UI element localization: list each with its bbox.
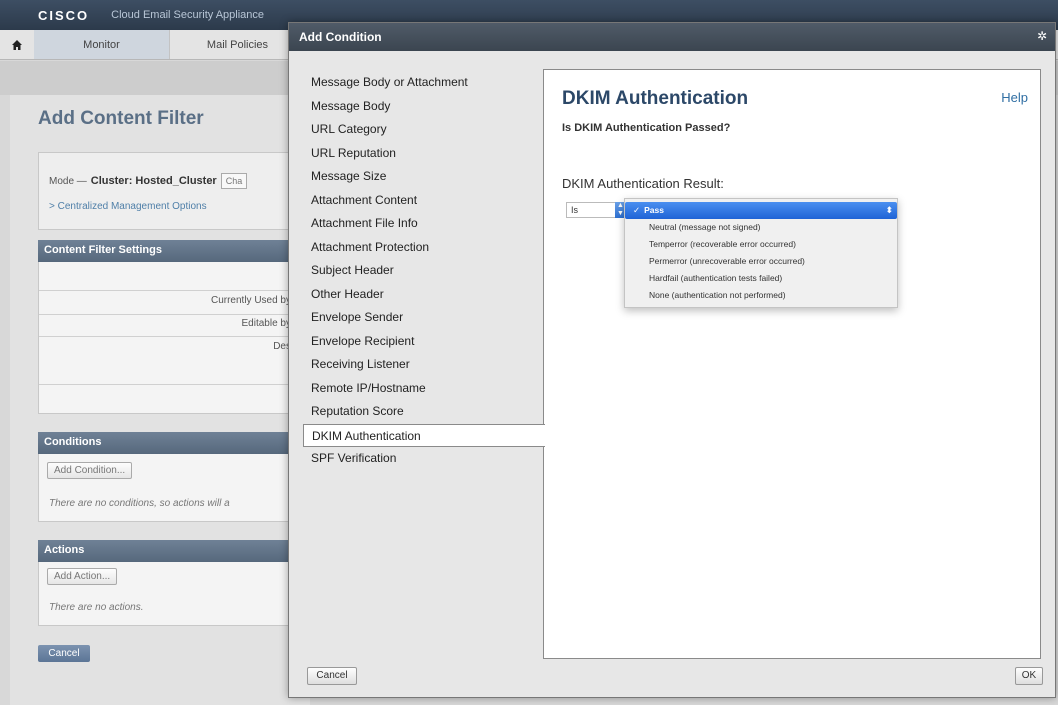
dropdown-option[interactable]: Permerror (unrecoverable error occurred) (625, 253, 897, 270)
actions-body: Add Action... There are no actions. (38, 562, 300, 626)
add-condition-dialog: Add Condition ✲ Message Body or Attachme… (288, 22, 1056, 698)
condition-detail-panel: DKIM Authentication Help Is DKIM Authent… (543, 69, 1041, 659)
condition-item[interactable]: Attachment Content (303, 189, 543, 213)
select-arrows-icon: ⬍ (885, 205, 893, 215)
condition-list: Message Body or Attachment Message Body UR… (303, 71, 545, 471)
condition-item[interactable]: Message Body or Attachment (303, 71, 543, 95)
description-label: Des (273, 341, 291, 352)
operator-value: Is (571, 205, 579, 215)
condition-item[interactable]: Attachment Protection (303, 236, 543, 260)
checkmark-icon: ✓ (633, 205, 641, 215)
conditions-body: Add Condition... There are no conditions… (38, 454, 300, 522)
gear-icon[interactable]: ✲ (1037, 29, 1047, 43)
add-condition-button[interactable]: Add Condition... (47, 462, 133, 479)
conditions-empty-text: There are no conditions, so actions will… (49, 498, 230, 509)
dialog-cancel-button[interactable]: Cancel (307, 667, 357, 685)
home-button[interactable] (0, 30, 34, 59)
dropdown-option[interactable]: Neutral (message not signed) (625, 219, 897, 236)
condition-item[interactable]: Other Header (303, 283, 543, 307)
change-mode-button[interactable]: Cha (220, 173, 248, 189)
content-filter-settings-header: Content Filter Settings (38, 240, 300, 262)
tab-mail-policies[interactable]: Mail Policies (170, 30, 306, 59)
currently-used-by-label: Currently Used by (210, 295, 291, 306)
dropdown-option[interactable]: None (authentication not performed) (625, 287, 897, 304)
conditions-header: Conditions (38, 432, 300, 454)
add-action-button[interactable]: Add Action... (47, 568, 118, 585)
condition-item[interactable]: Message Body (303, 95, 543, 119)
editable-by-label: Editable by (241, 318, 291, 329)
page-title: Add Content Filter (38, 108, 204, 129)
condition-item[interactable]: DKIM Authentication (303, 423, 545, 447)
condition-item[interactable]: Message Size (303, 165, 543, 189)
centralized-management-link[interactable]: > Centralized Management Options (49, 201, 289, 212)
detail-subtitle: Is DKIM Authentication Passed? (562, 122, 731, 134)
cisco-logo: CISCO (38, 7, 90, 23)
condition-item[interactable]: SPF Verification (303, 447, 543, 471)
condition-item[interactable]: Envelope Sender (303, 306, 543, 330)
actions-header: Actions (38, 540, 300, 562)
condition-item[interactable]: Attachment File Info (303, 212, 543, 236)
content-filter-settings-body: Currently Used by Editable by Des (38, 262, 300, 414)
tab-monitor[interactable]: Monitor (34, 30, 170, 59)
operator-select[interactable]: Is ▲ ▼ (566, 202, 626, 218)
condition-item[interactable]: Receiving Listener (303, 353, 543, 377)
help-link[interactable]: Help (1001, 90, 1028, 105)
dialog-titlebar: Add Condition ✲ (289, 23, 1055, 51)
result-label: DKIM Authentication Result: (562, 176, 724, 191)
result-dropdown-menu: ✓ Pass ⬍ Neutral (message not signed) Tem… (624, 198, 898, 308)
home-icon (12, 39, 22, 50)
mode-panel: Mode — Cluster: Hosted_Cluster Cha > Cen… (38, 152, 300, 230)
condition-item[interactable]: Remote IP/Hostname (303, 377, 543, 401)
mode-label: Mode — (49, 175, 87, 187)
dropdown-option[interactable]: Temperror (recoverable error occurred) (625, 236, 897, 253)
product-name: Cloud Email Security Appliance (111, 9, 265, 21)
mode-value: Cluster: Hosted_Cluster (90, 175, 217, 187)
page-cancel-button[interactable]: Cancel (38, 645, 90, 662)
detail-title: DKIM Authentication (562, 88, 749, 109)
actions-empty-text: There are no actions. (49, 602, 144, 613)
condition-item[interactable]: Envelope Recipient (303, 330, 543, 354)
selected-option-label: Pass (644, 205, 664, 215)
condition-item[interactable]: URL Reputation (303, 142, 543, 166)
condition-item[interactable]: Reputation Score (303, 400, 543, 424)
dropdown-option[interactable]: Hardfail (authentication tests failed) (625, 270, 897, 287)
condition-item[interactable]: Subject Header (303, 259, 543, 283)
dropdown-option-selected[interactable]: ✓ Pass ⬍ (625, 202, 897, 219)
dialog-ok-button[interactable]: OK (1015, 667, 1043, 685)
condition-item[interactable]: URL Category (303, 118, 543, 142)
dialog-title: Add Condition (299, 30, 382, 44)
